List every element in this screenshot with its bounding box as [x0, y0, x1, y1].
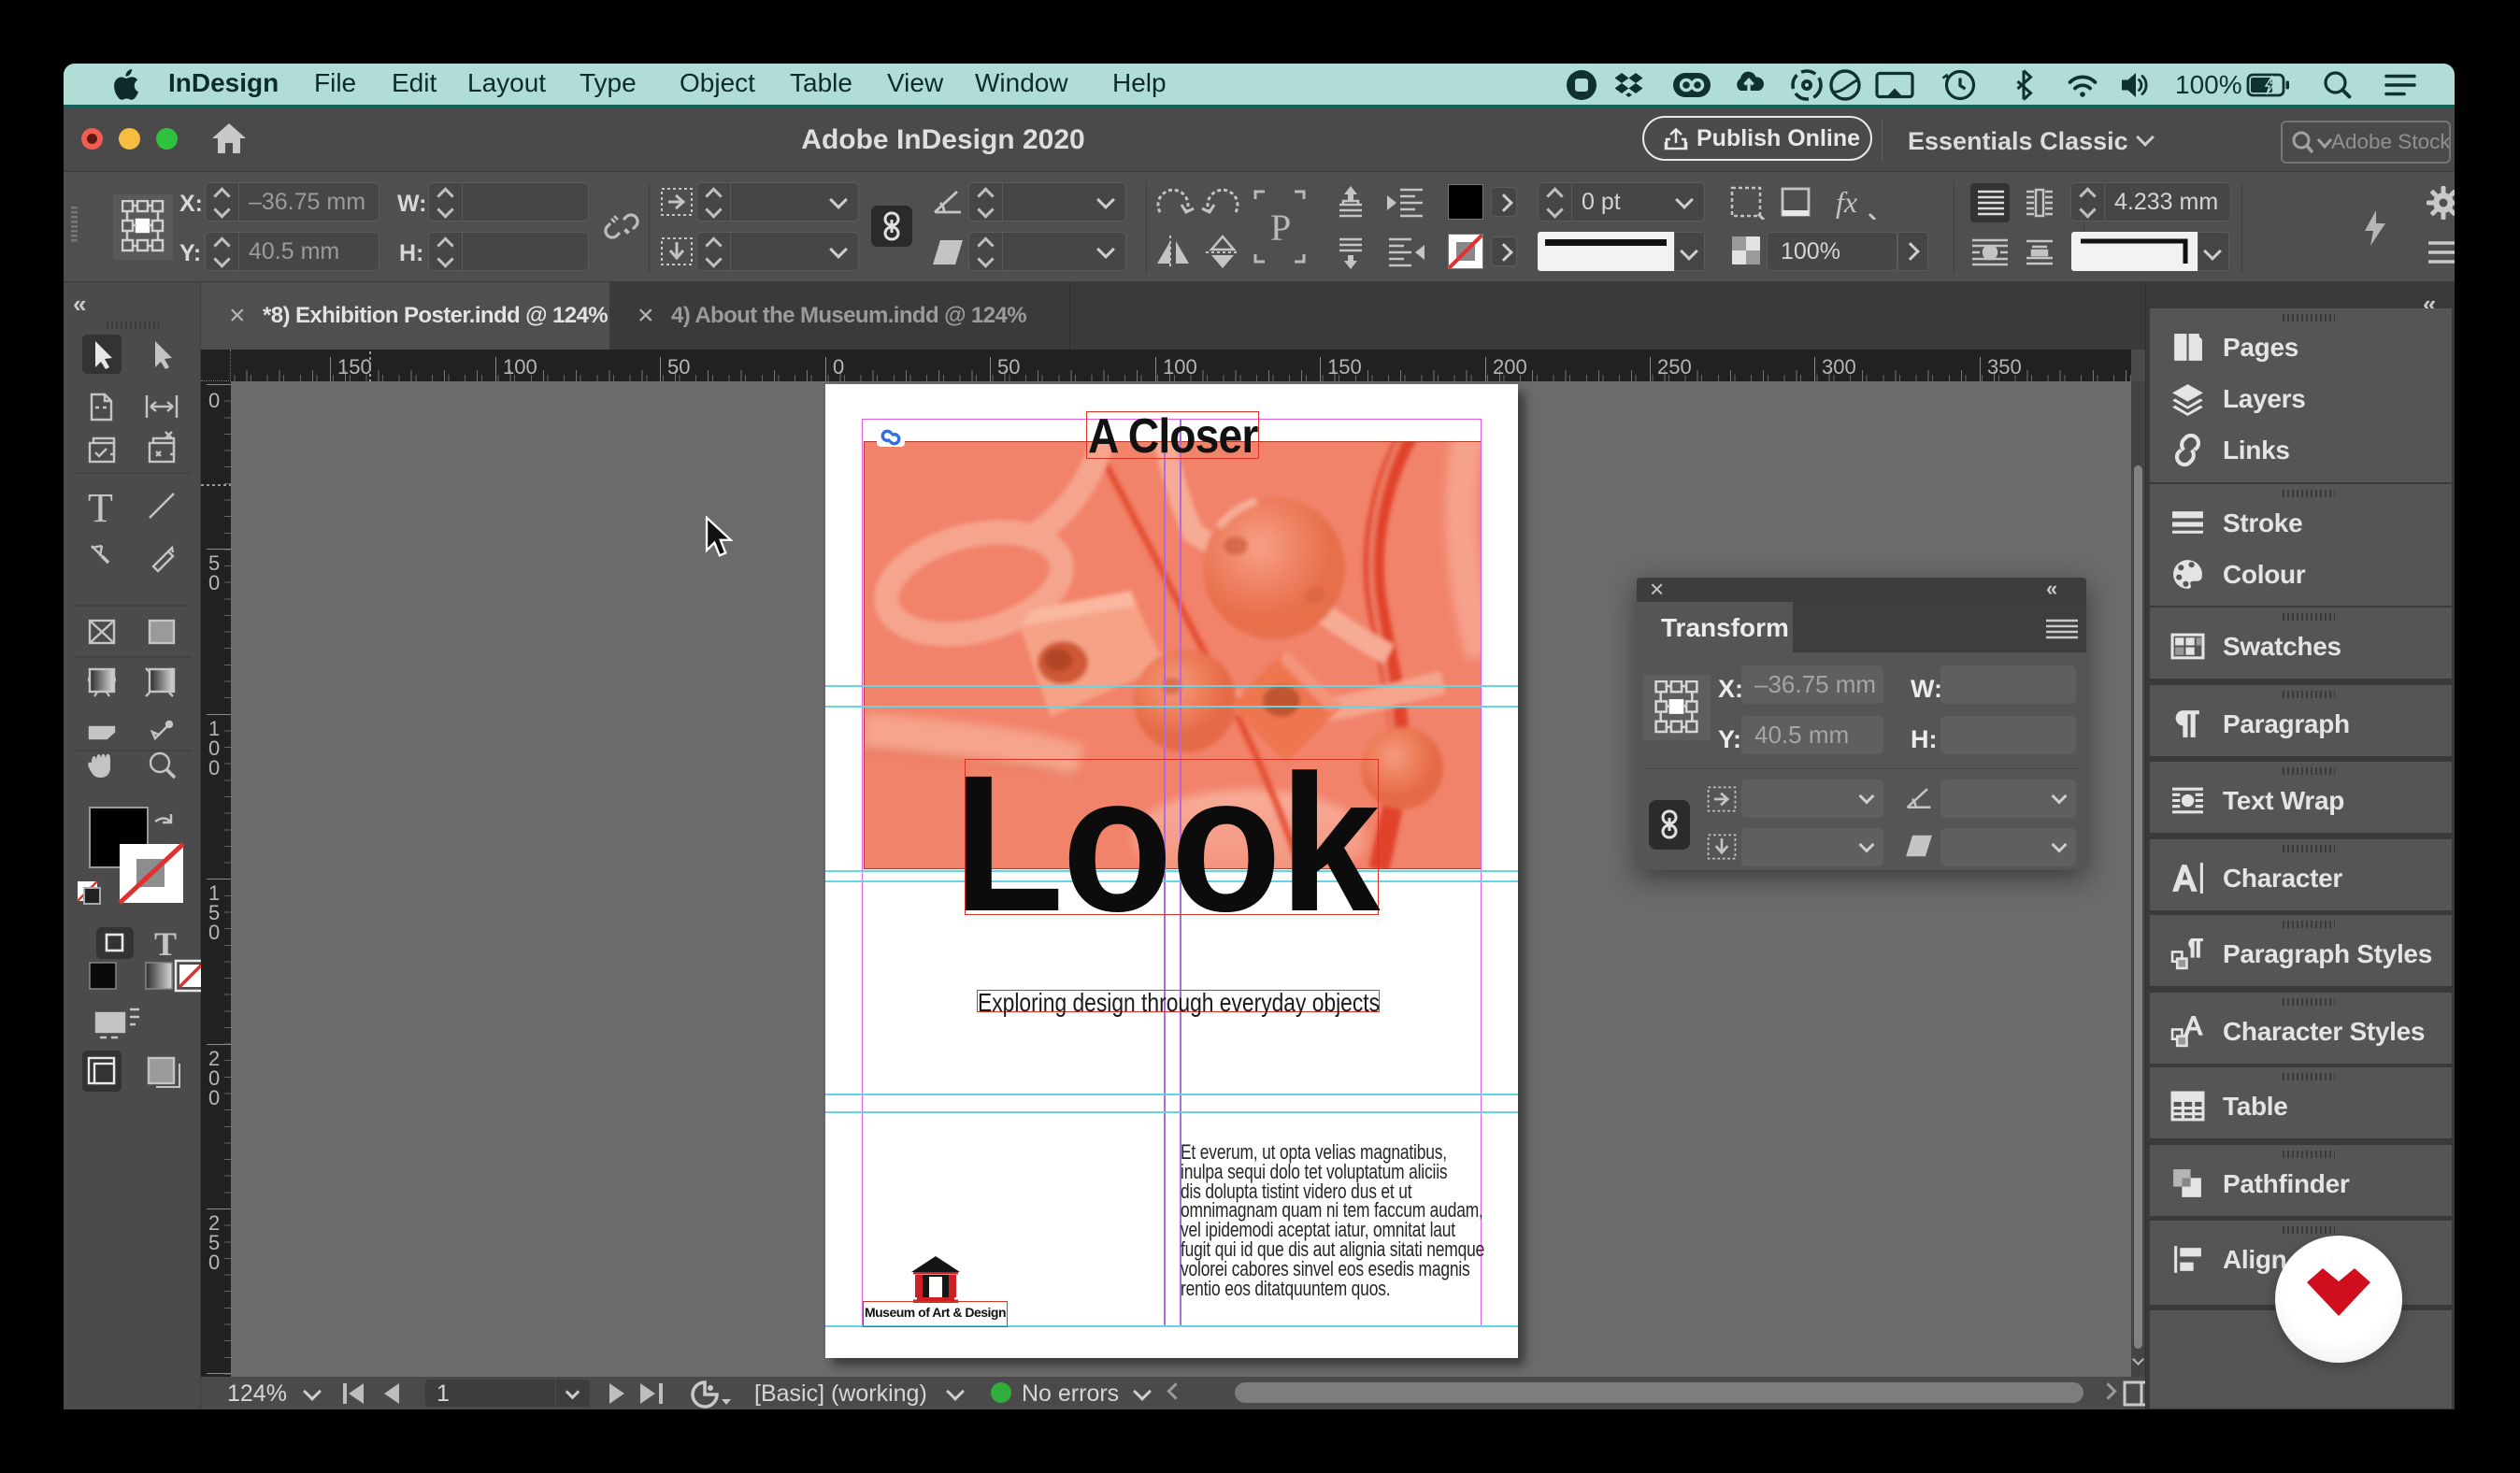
- svg-text:P: P: [1270, 207, 1291, 249]
- svg-text:fx: fx: [1836, 188, 1857, 219]
- svg-text:T: T: [88, 485, 113, 531]
- svg-text:100%: 100%: [2175, 70, 2242, 99]
- svg-text:T: T: [154, 925, 177, 963]
